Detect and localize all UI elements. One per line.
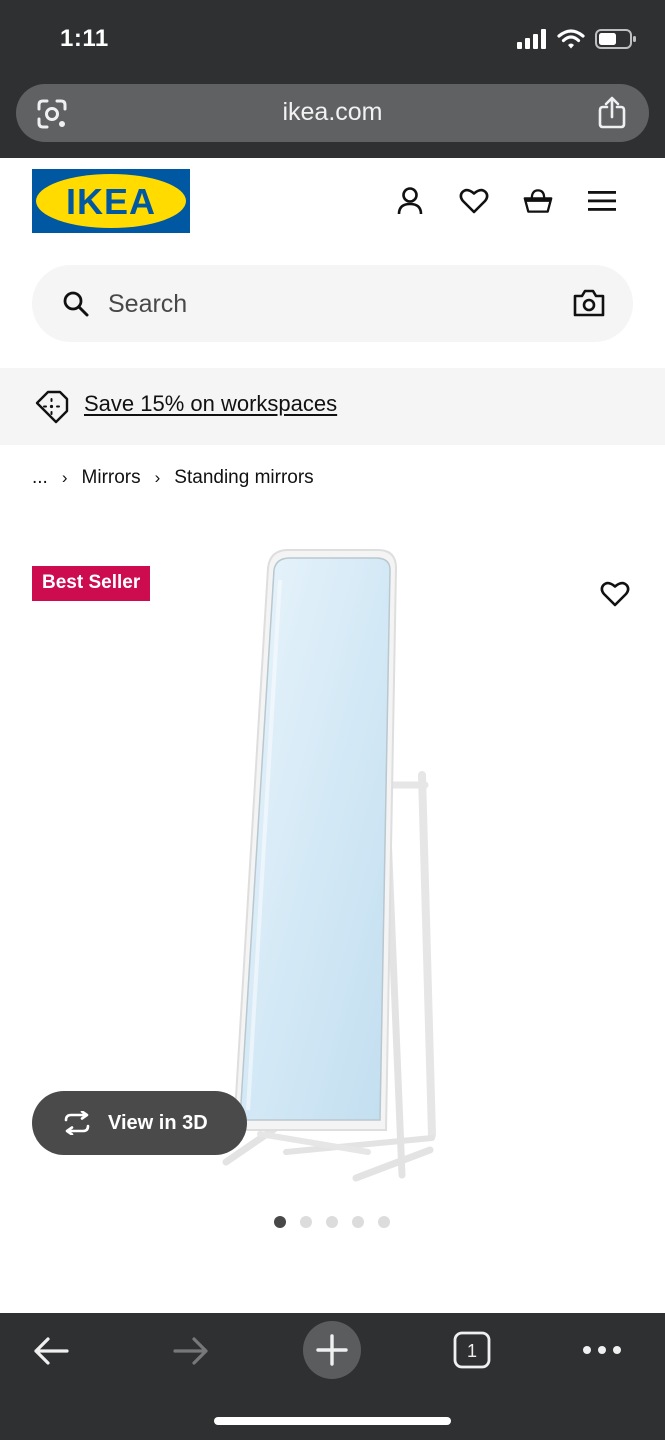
tabs-icon: 1 bbox=[453, 1331, 491, 1369]
camera-icon[interactable] bbox=[573, 289, 605, 317]
account-icon bbox=[397, 187, 423, 215]
browser-top-bar: 1:11 ikea.com bbox=[0, 0, 665, 158]
more-options-icon[interactable] bbox=[582, 1343, 622, 1357]
ikea-logo-text: IKEA bbox=[66, 181, 156, 222]
menu-button[interactable] bbox=[587, 184, 617, 218]
price-tag-icon bbox=[35, 390, 69, 424]
gallery-dot[interactable] bbox=[326, 1216, 338, 1228]
forward-arrow-icon[interactable] bbox=[172, 1335, 210, 1367]
wifi-icon bbox=[557, 29, 585, 49]
search-icon bbox=[63, 291, 89, 317]
add-to-favourites-button[interactable] bbox=[595, 574, 635, 614]
breadcrumb: ... › Mirrors › Standing mirrors bbox=[32, 467, 314, 489]
rotate-3d-icon bbox=[64, 1111, 90, 1135]
menu-icon bbox=[588, 191, 616, 211]
search-bar[interactable] bbox=[32, 265, 633, 342]
url-text[interactable]: ikea.com bbox=[16, 98, 649, 127]
battery-icon bbox=[595, 29, 636, 49]
promo-link[interactable]: Save 15% on workspaces bbox=[84, 391, 337, 417]
product-image-standing-mirror[interactable] bbox=[200, 540, 460, 1190]
view-in-3d-button[interactable]: View in 3D bbox=[32, 1091, 247, 1155]
breadcrumb-item-mirrors[interactable]: Mirrors bbox=[82, 467, 141, 489]
tabs-button[interactable]: 1 bbox=[453, 1331, 491, 1374]
address-bar[interactable]: ikea.com bbox=[16, 84, 649, 142]
cart-button[interactable] bbox=[523, 184, 553, 218]
heart-icon bbox=[600, 581, 630, 607]
tab-count: 1 bbox=[467, 1341, 477, 1361]
gallery-dot[interactable] bbox=[300, 1216, 312, 1228]
heart-icon bbox=[459, 188, 489, 214]
gallery-dot[interactable] bbox=[378, 1216, 390, 1228]
status-icons bbox=[517, 28, 637, 50]
header-actions bbox=[395, 184, 617, 218]
gallery-dot[interactable] bbox=[352, 1216, 364, 1228]
best-seller-badge: Best Seller bbox=[32, 566, 151, 601]
share-icon[interactable] bbox=[597, 95, 627, 129]
browser-bottom-toolbar: 1 bbox=[0, 1313, 665, 1440]
new-tab-plus-icon[interactable] bbox=[303, 1321, 361, 1379]
ikea-logo[interactable]: IKEA bbox=[32, 169, 190, 233]
search-input[interactable] bbox=[108, 285, 528, 323]
account-button[interactable] bbox=[395, 184, 425, 218]
home-indicator bbox=[214, 1417, 451, 1425]
cart-icon bbox=[523, 189, 553, 213]
promo-banner: Save 15% on workspaces bbox=[0, 368, 665, 445]
ikea-logo-graphic: IKEA bbox=[32, 169, 190, 233]
gallery-dot[interactable] bbox=[274, 1216, 286, 1228]
back-arrow-icon[interactable] bbox=[32, 1335, 70, 1367]
favourites-button[interactable] bbox=[459, 184, 489, 218]
product-gallery[interactable]: Best Seller View in 3D bbox=[0, 540, 665, 1190]
status-time: 1:11 bbox=[60, 25, 109, 52]
view-in-3d-label: View in 3D bbox=[108, 1111, 208, 1134]
gallery-pagination bbox=[274, 1216, 390, 1228]
cellular-signal-icon bbox=[517, 29, 546, 49]
chevron-right-icon: › bbox=[154, 468, 161, 487]
breadcrumb-ellipsis[interactable]: ... bbox=[32, 467, 48, 489]
breadcrumb-item-standing-mirrors[interactable]: Standing mirrors bbox=[174, 467, 313, 489]
chevron-right-icon: › bbox=[61, 468, 68, 487]
